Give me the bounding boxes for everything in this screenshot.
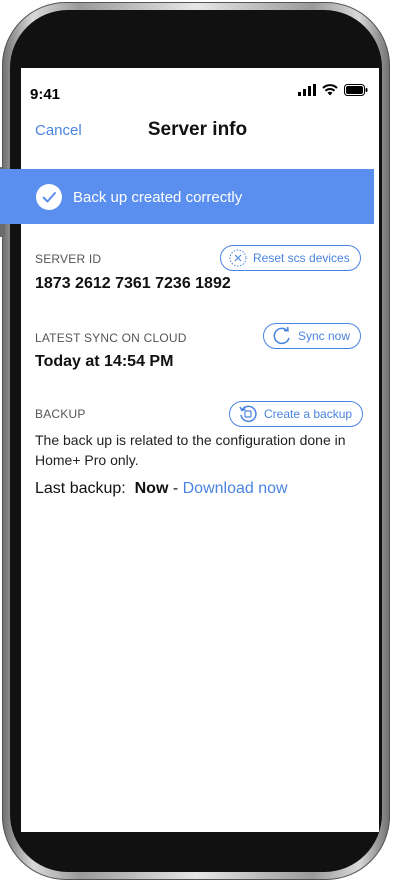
banner-message: Back up created correctly bbox=[73, 189, 243, 206]
sync-icon bbox=[273, 326, 290, 345]
create-backup-label: Create a backup bbox=[264, 407, 353, 421]
signal-icon bbox=[298, 84, 316, 96]
battery-icon bbox=[344, 84, 368, 96]
reset-scs-devices-button[interactable]: Reset scs devices bbox=[220, 245, 361, 271]
check-icon bbox=[36, 184, 62, 210]
sync-now-button[interactable]: Sync now bbox=[263, 323, 362, 349]
backup-icon bbox=[239, 405, 257, 423]
last-backup-value: Now bbox=[134, 480, 169, 497]
sync-value: Today at 14:54 PM bbox=[35, 353, 174, 370]
server-id-value: 1873 2612 7361 7236 1892 bbox=[35, 275, 231, 292]
last-backup-label: Last backup: bbox=[35, 480, 126, 497]
status-icons bbox=[298, 84, 368, 96]
cancel-button[interactable]: Cancel bbox=[35, 122, 82, 139]
sync-label: LATEST SYNC ON CLOUD bbox=[35, 331, 187, 345]
wifi-icon bbox=[322, 84, 338, 96]
page-title: Server info bbox=[147, 119, 248, 140]
backup-label: BACKUP bbox=[35, 407, 86, 421]
backup-description: The back up is related to the configurat… bbox=[35, 432, 346, 468]
separator: - bbox=[168, 480, 183, 497]
reset-scs-devices-label: Reset scs devices bbox=[253, 251, 350, 265]
create-backup-button[interactable]: Create a backup bbox=[229, 401, 364, 427]
server-id-label: SERVER ID bbox=[35, 252, 102, 266]
sync-now-label: Sync now bbox=[298, 329, 351, 343]
download-now-link[interactable]: Download now bbox=[183, 480, 288, 497]
reset-icon bbox=[229, 249, 247, 267]
last-backup-line: Last backup: Now - Download now bbox=[35, 480, 288, 498]
status-time: 9:41 bbox=[30, 86, 61, 103]
